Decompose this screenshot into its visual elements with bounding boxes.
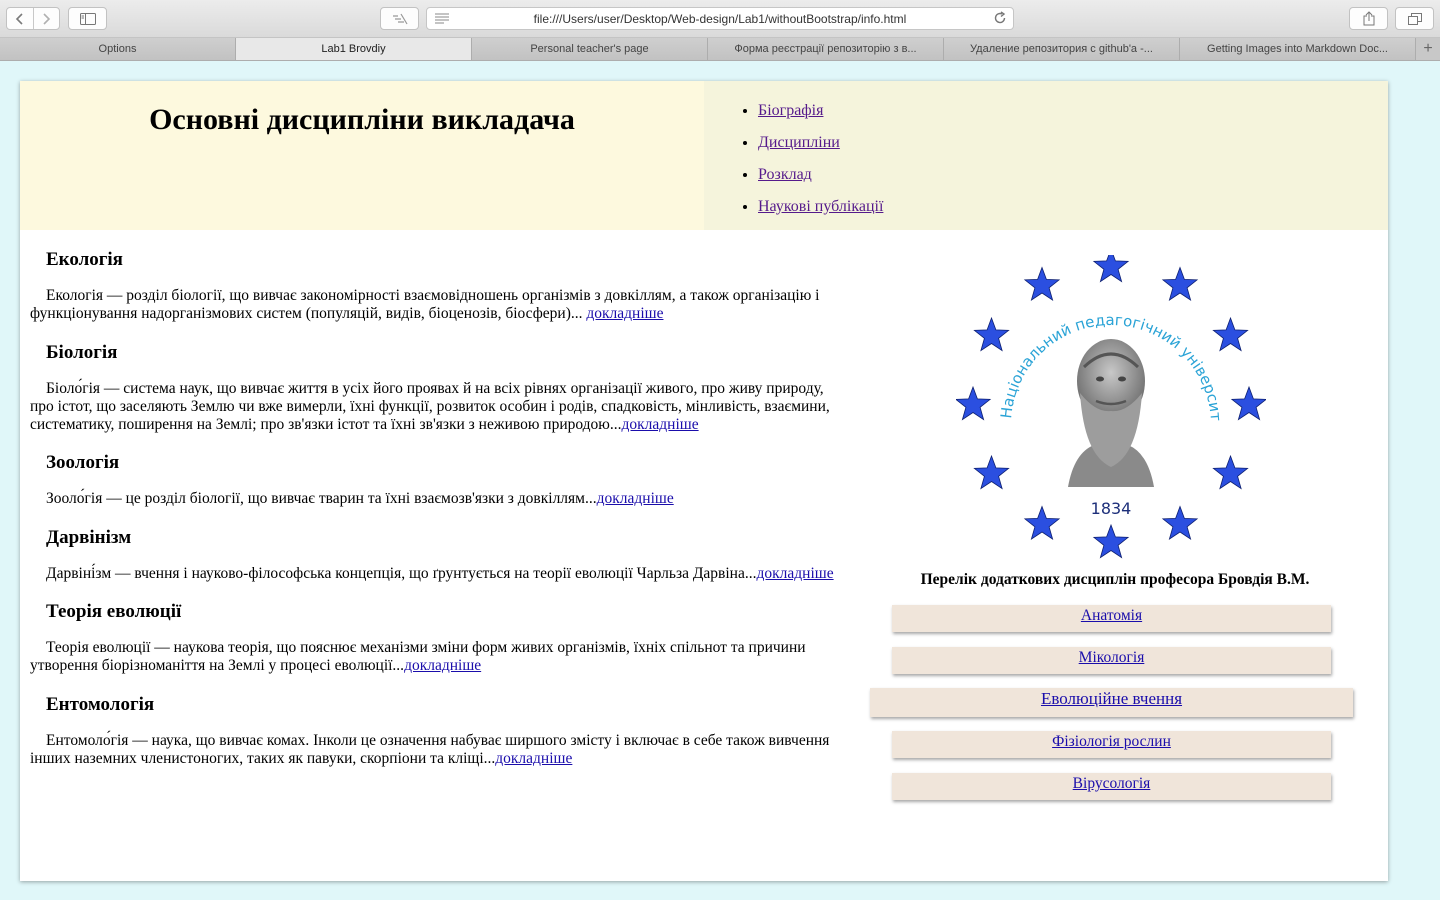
tabs-icon: [1407, 12, 1422, 25]
star-icon: [1161, 505, 1199, 541]
star-icon: [956, 385, 992, 421]
star-icon: [1230, 385, 1266, 421]
top-navigation: Біографія Дисципліни Розклад Наукові пуб…: [758, 95, 883, 223]
header-title-panel: Основні дисципліни викладача: [20, 81, 704, 230]
discipline-link[interactable]: Фізіологія рослин: [1052, 733, 1171, 750]
star-icon: [973, 316, 1010, 352]
page-container: Основні дисципліни викладача Біографія Д…: [20, 81, 1388, 881]
discipline-section: Теорія еволюції Теорія еволюції — науков…: [30, 601, 850, 676]
chevron-left-icon: [15, 12, 23, 25]
browser-toolbar: file:///Users/user/Desktop/Web-design/La…: [0, 0, 1440, 38]
reader-mode-button[interactable]: [380, 7, 419, 30]
tabs-overview-button[interactable]: [1395, 7, 1434, 30]
nav-link-publications[interactable]: Наукові публікації: [758, 198, 883, 215]
discipline-link[interactable]: Еволюційне вчення: [1041, 689, 1182, 708]
forward-button[interactable]: [32, 8, 60, 29]
reload-icon[interactable]: [993, 11, 1007, 25]
nav-link-biography[interactable]: Біографія: [758, 102, 823, 119]
discipline-link[interactable]: Мікологія: [1079, 649, 1145, 666]
star-icon: [973, 454, 1010, 490]
university-logo: Національний педагогічний університет ім…: [956, 255, 1266, 559]
section-body: Зооло́гія — це розділ біології, що вивча…: [46, 490, 597, 508]
discipline-section: Дарвінізм Дарвіні́зм — вчення і науково-…: [30, 527, 850, 583]
section-heading: Теорія еволюції: [46, 601, 182, 623]
browser-tab[interactable]: Getting Images into Markdown Doc...: [1180, 38, 1416, 60]
star-icon: [1023, 266, 1061, 302]
bust-portrait: [1068, 339, 1154, 487]
nav-link-disciplines[interactable]: Дисципліни: [758, 134, 840, 151]
browser-tab[interactable]: Personal teacher's page: [472, 38, 708, 60]
address-text: file:///Users/user/Desktop/Web-design/La…: [533, 12, 907, 26]
browser-tab[interactable]: Options: [0, 38, 236, 60]
star-icon: [1212, 316, 1249, 352]
section-text: Дарвіні́зм — вчення і науково-філософськ…: [30, 565, 850, 583]
section-body: Дарвіні́зм — вчення і науково-філософськ…: [46, 564, 757, 582]
discipline-section: Біологія Біоло́гія — система наук, що ви…: [30, 342, 850, 435]
star-icon: [1212, 454, 1249, 490]
more-link[interactable]: докладніше: [622, 416, 699, 433]
nav-item: Розклад: [758, 159, 883, 191]
nav-link-schedule[interactable]: Розклад: [758, 166, 812, 183]
share-button[interactable]: [1349, 7, 1388, 30]
star-icon: [1023, 505, 1061, 541]
discipline-section: Зоологія Зооло́гія — це розділ біології,…: [30, 452, 850, 508]
section-body: Біоло́гія — система наук, що вивчає житт…: [30, 379, 830, 434]
page-header: Основні дисципліни викладача Біографія Д…: [20, 81, 1388, 230]
section-heading: Дарвінізм: [46, 526, 132, 548]
nav-item: Дисципліни: [758, 127, 883, 159]
section-heading: Екологія: [46, 249, 123, 270]
section-body: Екологія — розділ біології, що вивчає за…: [30, 287, 820, 323]
discipline-button-mycology[interactable]: Мікологія: [892, 647, 1331, 674]
address-bar[interactable]: file:///Users/user/Desktop/Web-design/La…: [426, 7, 1014, 30]
star-icon: [1092, 523, 1130, 559]
logo-year: 1834: [1091, 499, 1132, 518]
section-heading: Зоологія: [46, 452, 120, 474]
more-link[interactable]: докладніше: [597, 490, 674, 507]
star-icon: [1092, 255, 1130, 283]
discipline-button-anatomy[interactable]: Анатомія: [892, 605, 1331, 632]
star-icon: [1161, 266, 1199, 302]
sidebar-title: Перелік додаткових дисциплін професора Б…: [920, 571, 1310, 588]
section-text: Ентомоло́гія — наука, що вивчає комах. І…: [30, 732, 850, 769]
browser-tab[interactable]: Форма реєстрації репозиторію з в...: [708, 38, 944, 60]
share-icon: [1363, 11, 1374, 26]
page-title: Основні дисципліни викладача: [149, 103, 575, 136]
more-link[interactable]: докладніше: [404, 657, 481, 674]
section-body: Ентомоло́гія — наука, що вивчає комах. І…: [30, 731, 830, 767]
tab-bar: Options Lab1 Brovdiy Personal teacher's …: [0, 38, 1440, 61]
discipline-button-evolution[interactable]: Еволюційне вчення: [870, 688, 1353, 717]
nav-item: Наукові публікації: [758, 191, 883, 223]
section-text: Зооло́гія — це розділ біології, що вивча…: [30, 490, 850, 508]
discipline-link[interactable]: Анатомія: [1081, 607, 1142, 624]
more-link[interactable]: докладніше: [495, 750, 572, 767]
reader-icon: [392, 13, 408, 24]
discipline-button-virology[interactable]: Вірусологія: [892, 773, 1331, 800]
more-link[interactable]: докладніше: [586, 305, 663, 322]
main-content: Екологія Екологія — розділ біології, що …: [30, 231, 850, 768]
sidebar-icon: [79, 12, 96, 25]
section-heading: Ентомологія: [46, 693, 155, 715]
section-text: Екологія — розділ біології, що вивчає за…: [30, 287, 850, 324]
new-tab-button[interactable]: +: [1416, 38, 1440, 60]
back-button[interactable]: [7, 8, 33, 29]
browser-tab-active[interactable]: Lab1 Brovdiy: [236, 38, 472, 60]
more-link[interactable]: докладніше: [756, 565, 833, 582]
discipline-section: Екологія Екологія — розділ біології, що …: [30, 249, 850, 324]
history-nav: [6, 7, 60, 30]
nav-item: Біографія: [758, 95, 883, 127]
section-text: Біоло́гія — система наук, що вивчає житт…: [30, 380, 850, 435]
section-heading: Біологія: [46, 341, 118, 363]
sidebar-toggle-button[interactable]: [68, 7, 107, 30]
discipline-link[interactable]: Вірусологія: [1073, 775, 1151, 792]
discipline-button-plant-physiology[interactable]: Фізіологія рослин: [892, 731, 1331, 758]
chevron-right-icon: [43, 12, 51, 25]
section-text: Теорія еволюції — наукова теорія, що поя…: [30, 639, 850, 676]
discipline-section: Ентомологія Ентомоло́гія — наука, що вив…: [30, 694, 850, 769]
browser-tab[interactable]: Удаление репозитория с github'a -...: [944, 38, 1180, 60]
